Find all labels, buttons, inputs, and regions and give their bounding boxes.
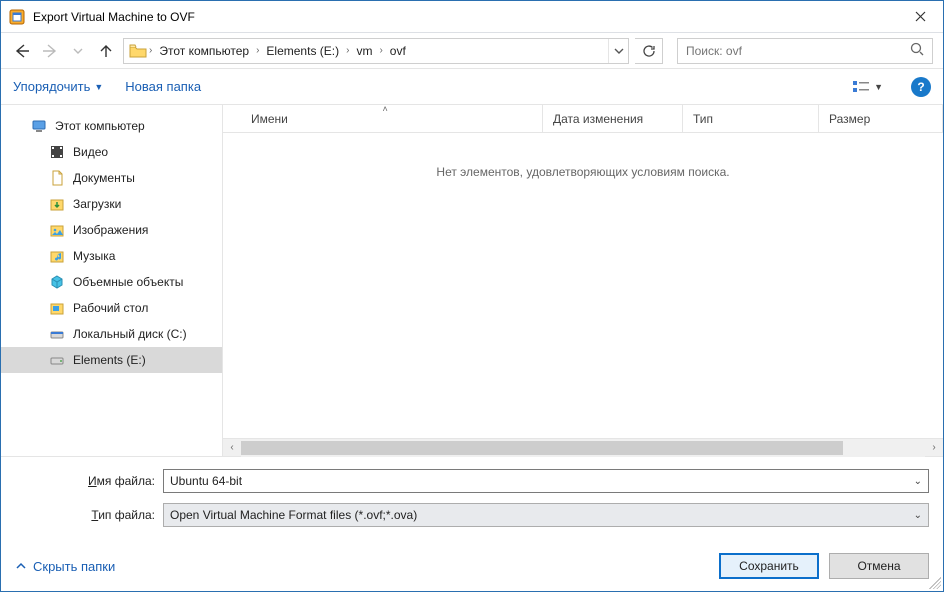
save-button[interactable]: Сохранить xyxy=(719,553,819,579)
sidebar-item-documents[interactable]: Документы xyxy=(1,165,222,191)
chevron-down-icon xyxy=(614,46,624,56)
chevron-up-icon xyxy=(15,560,27,572)
chevron-down-icon: ⌄ xyxy=(914,510,922,521)
scroll-track[interactable] xyxy=(241,439,925,457)
sidebar-item-3d[interactable]: Объемные объекты xyxy=(1,269,222,295)
refresh-button[interactable] xyxy=(635,38,663,64)
back-button[interactable] xyxy=(11,40,33,62)
organize-menu[interactable]: Упорядочить ▼ xyxy=(13,73,103,100)
refresh-icon xyxy=(642,44,656,58)
music-icon xyxy=(49,248,65,264)
sidebar-item-desktop[interactable]: Рабочий стол xyxy=(1,295,222,321)
empty-message: Нет элементов, удовлетворяющих условиям … xyxy=(223,133,943,179)
nav-row: › Этот компьютер › Elements (E:) › vm › … xyxy=(1,33,943,69)
computer-icon xyxy=(31,118,47,134)
sidebar-item-video[interactable]: Видео xyxy=(1,139,222,165)
sort-ascending-icon: ˄ xyxy=(383,104,388,114)
chevron-down-icon: ⌄ xyxy=(914,476,922,487)
search-box[interactable] xyxy=(677,38,933,64)
crumb-drive[interactable]: Elements (E:) xyxy=(260,39,345,63)
file-panel: ˄ Имени Дата изменения Тип Размер Нет эл… xyxy=(223,105,943,456)
forward-button[interactable] xyxy=(39,40,61,62)
sidebar-item-images[interactable]: Изображения xyxy=(1,217,222,243)
column-type[interactable]: Тип xyxy=(683,105,819,132)
sidebar-item-label: Локальный диск (C:) xyxy=(73,327,187,341)
filename-value: Ubuntu 64-bit xyxy=(170,474,242,488)
save-form: Имя файла: Ubuntu 64-bit ⌄ Тип файла: Op… xyxy=(1,456,943,591)
arrow-up-icon xyxy=(98,43,114,59)
column-name[interactable]: ˄ Имени xyxy=(223,105,543,132)
sidebar-item-label: Elements (E:) xyxy=(73,353,146,367)
breadcrumb[interactable]: › Этот компьютер › Elements (E:) › vm › … xyxy=(123,38,629,64)
sidebar-item-label: Музыка xyxy=(73,249,115,263)
sidebar-root-computer[interactable]: Этот компьютер xyxy=(1,113,222,139)
disk-icon xyxy=(49,326,65,342)
sidebar-item-downloads[interactable]: Загрузки xyxy=(1,191,222,217)
download-icon xyxy=(49,196,65,212)
chevron-down-icon xyxy=(73,46,83,56)
sidebar-root-label: Этот компьютер xyxy=(55,119,145,133)
crumb-vm[interactable]: vm xyxy=(350,39,378,63)
arrow-right-icon xyxy=(42,43,58,59)
scroll-left-button[interactable]: ‹ xyxy=(223,439,241,457)
sidebar-item-music[interactable]: Музыка xyxy=(1,243,222,269)
view-options[interactable]: ▼ xyxy=(846,76,889,98)
app-icon xyxy=(9,9,25,25)
images-icon xyxy=(49,222,65,238)
hide-folders-label: Скрыть папки xyxy=(33,559,115,574)
help-button[interactable]: ? xyxy=(911,77,931,97)
view-icon xyxy=(852,80,870,94)
organize-label: Упорядочить xyxy=(13,79,90,94)
resize-grip[interactable] xyxy=(929,577,941,589)
close-button[interactable] xyxy=(897,1,943,33)
column-date[interactable]: Дата изменения xyxy=(543,105,683,132)
sidebar-item-label: Документы xyxy=(73,171,135,185)
desktop-icon xyxy=(49,300,65,316)
sidebar-item-label: Загрузки xyxy=(73,197,121,211)
search-input[interactable] xyxy=(684,43,910,59)
sidebar-item-elements[interactable]: Elements (E:) xyxy=(1,347,222,373)
breadcrumb-dropdown[interactable] xyxy=(608,39,628,63)
chevron-down-icon: ▼ xyxy=(874,82,883,92)
window-title: Export Virtual Machine to OVF xyxy=(33,10,897,24)
up-button[interactable] xyxy=(95,40,117,62)
new-folder-button[interactable]: Новая папка xyxy=(125,73,201,100)
new-folder-label: Новая папка xyxy=(125,79,201,94)
scroll-thumb[interactable] xyxy=(241,441,843,455)
scroll-right-button[interactable]: › xyxy=(925,439,943,457)
close-icon xyxy=(915,11,926,22)
crumb-ovf[interactable]: ovf xyxy=(384,39,412,63)
sidebar-item-label: Объемные объекты xyxy=(73,275,183,289)
cancel-button[interactable]: Отмена xyxy=(829,553,929,579)
recent-dropdown[interactable] xyxy=(67,40,89,62)
filename-label: Имя файла: xyxy=(15,474,155,488)
titlebar: Export Virtual Machine to OVF xyxy=(1,1,943,33)
crumb-computer[interactable]: Этот компьютер xyxy=(153,39,255,63)
sidebar-item-label: Рабочий стол xyxy=(73,301,148,315)
cube-icon xyxy=(49,274,65,290)
sidebar[interactable]: Этот компьютер Видео Документы Загрузки … xyxy=(1,105,223,456)
column-headers: ˄ Имени Дата изменения Тип Размер xyxy=(223,105,943,133)
filename-input[interactable]: Ubuntu 64-bit ⌄ xyxy=(163,469,929,493)
document-icon xyxy=(49,170,65,186)
toolbar: Упорядочить ▼ Новая папка ▼ ? xyxy=(1,69,943,105)
horizontal-scrollbar[interactable]: ‹ › xyxy=(223,438,943,456)
sidebar-item-label: Видео xyxy=(73,145,108,159)
hide-folders-link[interactable]: Скрыть папки xyxy=(15,559,115,574)
file-list[interactable]: Нет элементов, удовлетворяющих условиям … xyxy=(223,133,943,438)
filetype-select[interactable]: Open Virtual Machine Format files (*.ovf… xyxy=(163,503,929,527)
chevron-down-icon: ▼ xyxy=(94,82,103,92)
folder-icon xyxy=(128,44,148,58)
search-icon xyxy=(910,42,926,59)
drive-icon xyxy=(49,352,65,368)
filetype-label: Тип файла: xyxy=(15,508,155,522)
sidebar-item-label: Изображения xyxy=(73,223,148,237)
column-size[interactable]: Размер xyxy=(819,105,943,132)
sidebar-item-local-disk[interactable]: Локальный диск (C:) xyxy=(1,321,222,347)
video-icon xyxy=(49,144,65,160)
arrow-left-icon xyxy=(14,43,30,59)
filetype-value: Open Virtual Machine Format files (*.ovf… xyxy=(170,508,417,522)
